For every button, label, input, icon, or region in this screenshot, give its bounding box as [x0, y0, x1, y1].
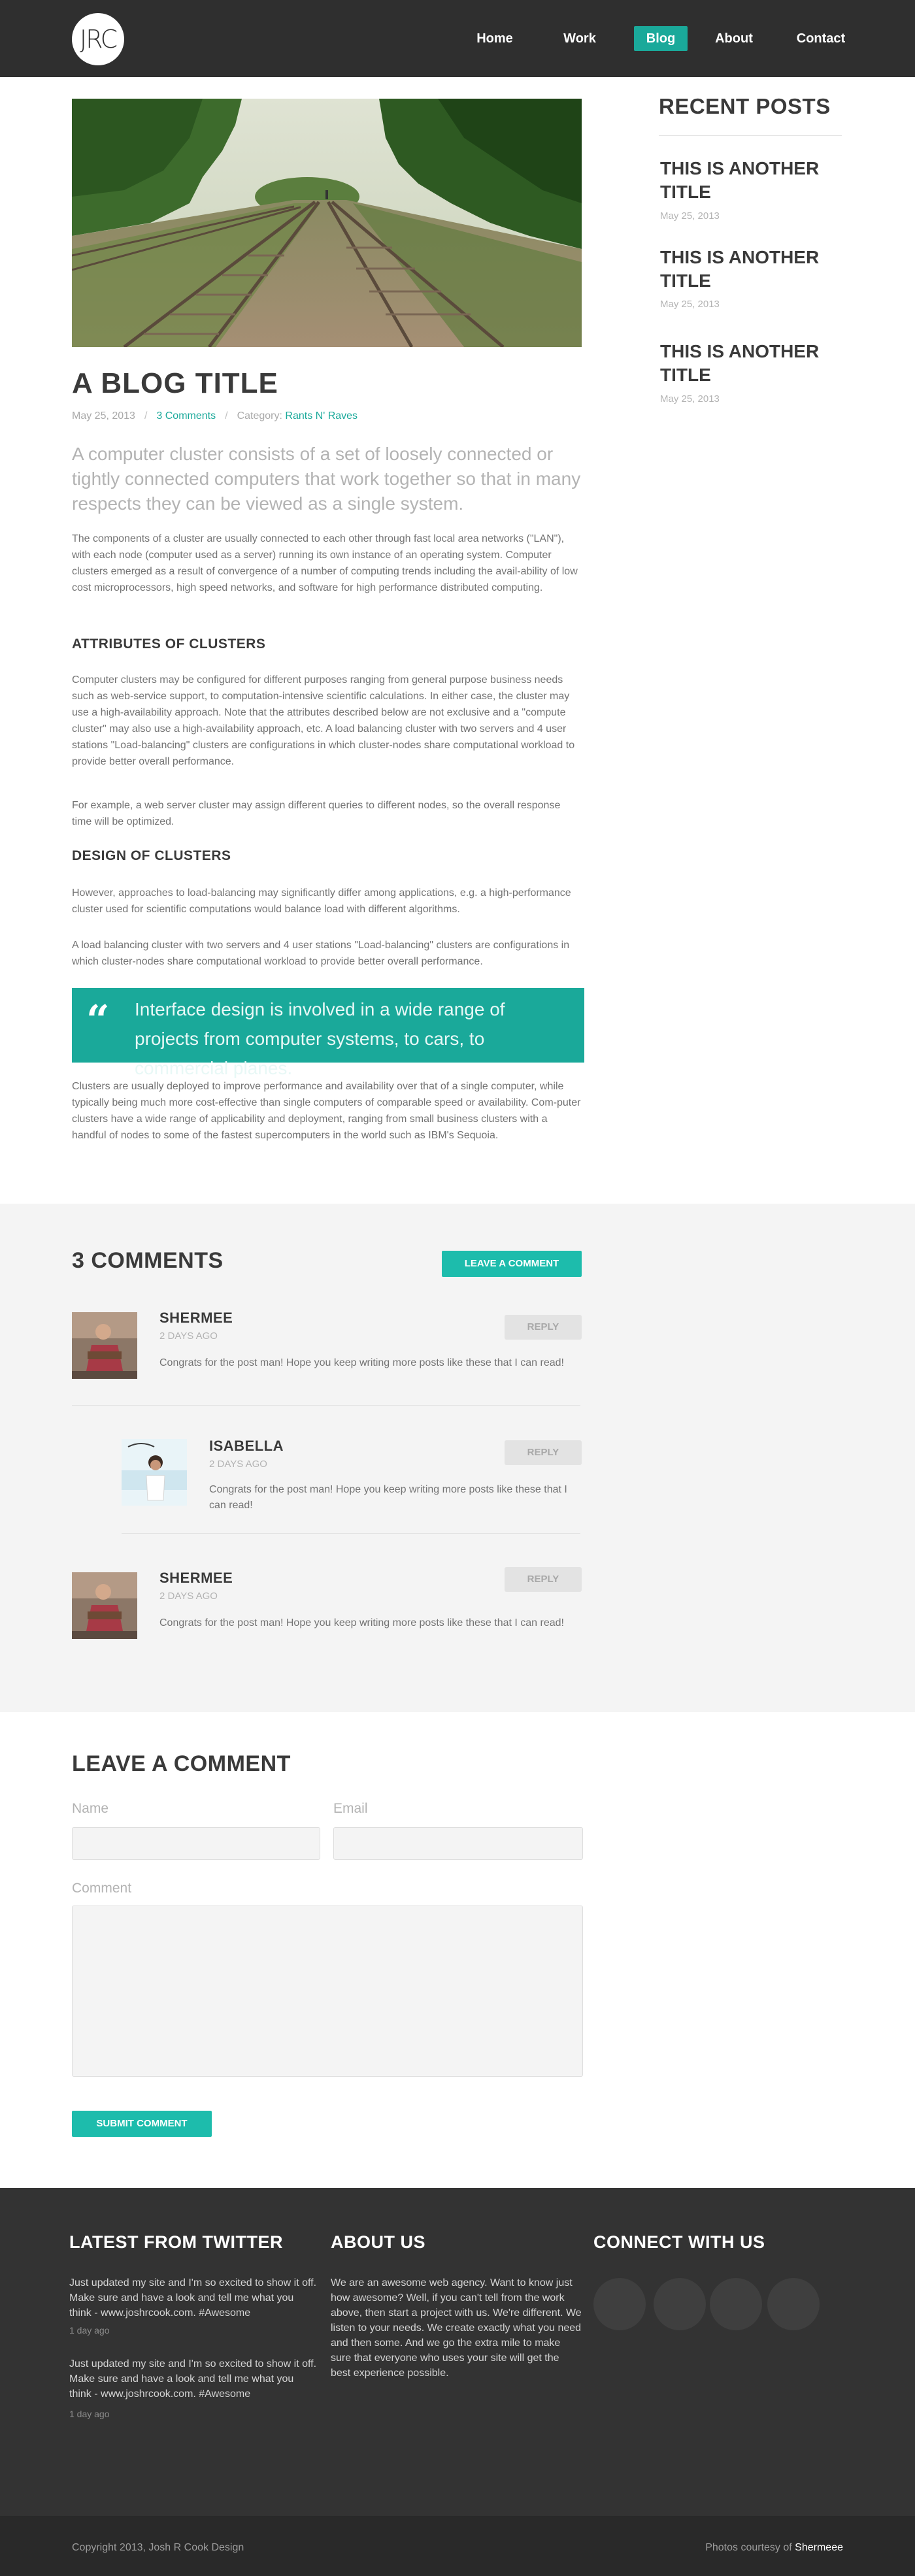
- sidebar-divider: [659, 135, 842, 136]
- comments-heading: 3 COMMENTS: [72, 1248, 224, 1273]
- nav-blog[interactable]: Blog: [634, 26, 688, 51]
- site-header: JRC Home Work Blog About Contact: [0, 0, 915, 77]
- comment-author: ISABELLA: [209, 1438, 284, 1454]
- name-input[interactable]: [72, 1827, 320, 1860]
- comment-author: SHERMEE: [159, 1310, 233, 1326]
- email-label: Email: [333, 1801, 368, 1816]
- comment-divider: [72, 1405, 580, 1406]
- submit-comment-button[interactable]: SUBMIT COMMENT: [72, 2111, 212, 2137]
- nav-work[interactable]: Work: [550, 26, 609, 51]
- reply-button[interactable]: REPLY: [505, 1440, 582, 1465]
- pull-quote: “ Interface design is involved in a wide…: [72, 988, 584, 1078]
- avatar: [122, 1439, 187, 1506]
- twitter-heading: LATEST FROM TWITTER: [69, 2232, 283, 2252]
- nav-about[interactable]: About: [705, 26, 763, 51]
- social-icon[interactable]: [767, 2278, 820, 2330]
- social-icon[interactable]: [654, 2278, 706, 2330]
- leave-comment-heading: LEAVE A COMMENT: [72, 1751, 291, 1776]
- tweet-text: Just updated my site and I'm so excited …: [69, 2358, 317, 2400]
- post-lead: A computer cluster consists of a set of …: [72, 444, 581, 514]
- comment-time: 2 DAYS AGO: [209, 1459, 267, 1470]
- post-hero-image: [72, 99, 582, 347]
- comment-author: SHERMEE: [159, 1570, 233, 1586]
- social-icon[interactable]: [593, 2278, 646, 2330]
- leave-comment-button[interactable]: LEAVE A COMMENT: [442, 1251, 582, 1277]
- post-paragraph: A load balancing cluster with two server…: [72, 940, 570, 967]
- reply-button[interactable]: REPLY: [505, 1315, 582, 1340]
- comment-text: Congrats for the post man! Hope you keep…: [159, 1357, 564, 1368]
- recent-posts-heading: RECENT POSTS: [659, 94, 831, 118]
- social-icon[interactable]: [710, 2278, 762, 2330]
- post-paragraph: Clusters are usually deployed to improve…: [72, 1081, 581, 1141]
- post-paragraph: Computer clusters may be configured for …: [72, 674, 575, 767]
- section-heading-attributes: ATTRIBUTES OF CLUSTERS: [72, 636, 266, 652]
- comment-time: 2 DAYS AGO: [159, 1330, 218, 1342]
- category-link[interactable]: Rants N' Raves: [285, 410, 358, 421]
- nav-home[interactable]: Home: [465, 26, 524, 51]
- recent-post-date: May 25, 2013: [660, 299, 720, 310]
- email-input[interactable]: [333, 1827, 583, 1860]
- photo-credit: Photos courtesy of Shermeee: [705, 2542, 843, 2554]
- about-heading: ABOUT US: [331, 2232, 425, 2252]
- section-heading-design: DESIGN OF CLUSTERS: [72, 848, 231, 863]
- post-paragraph: For example, a web server cluster may as…: [72, 800, 561, 827]
- post-paragraph: However, approaches to load-balancing ma…: [72, 887, 571, 915]
- comment-divider: [122, 1533, 580, 1534]
- recent-post-title[interactable]: THIS IS ANOTHER TITLE: [660, 340, 830, 387]
- photo-credit-link[interactable]: Shermeee: [795, 2542, 843, 2553]
- avatar: [72, 1572, 137, 1639]
- photo-credit-label: Photos courtesy of: [705, 2542, 792, 2553]
- comment-textarea[interactable]: [72, 1906, 583, 2077]
- copyright-text: Copyright 2013, Josh R Cook Design: [72, 2542, 244, 2553]
- avatar: [72, 1312, 137, 1379]
- recent-post-title[interactable]: THIS IS ANOTHER TITLE: [660, 157, 830, 204]
- post-paragraph: The components of a cluster are usually …: [72, 533, 578, 593]
- comments-count-link[interactable]: 3 Comments: [156, 410, 216, 421]
- quote-icon: “: [86, 996, 110, 1044]
- comment-label: Comment: [72, 1881, 132, 1896]
- nav-contact[interactable]: Contact: [788, 26, 854, 51]
- tweet-text: Just updated my site and I'm so excited …: [69, 2277, 317, 2319]
- post-title: A BLOG TITLE: [72, 367, 278, 399]
- tweet-time: 1 day ago: [69, 2409, 110, 2419]
- tweet-time: 1 day ago: [69, 2325, 110, 2336]
- comment-text: Congrats for the post man! Hope you keep…: [209, 1484, 567, 1511]
- recent-post-title[interactable]: THIS IS ANOTHER TITLE: [660, 246, 830, 293]
- comment-time: 2 DAYS AGO: [159, 1591, 218, 1602]
- post-meta: May 25, 2013/3 Comments / Category: Rants …: [72, 410, 358, 421]
- recent-post-date: May 25, 2013: [660, 210, 720, 222]
- comment-text: Congrats for the post man! Hope you keep…: [159, 1617, 564, 1628]
- about-text: We are an awesome web agency. Want to kn…: [331, 2277, 582, 2379]
- category-label: Category:: [237, 410, 282, 421]
- reply-button[interactable]: REPLY: [505, 1567, 582, 1592]
- post-date: May 25, 2013: [72, 410, 135, 421]
- quote-text: Interface design is involved in a wide r…: [135, 999, 505, 1078]
- recent-post-date: May 25, 2013: [660, 393, 720, 405]
- name-label: Name: [72, 1801, 109, 1816]
- site-logo[interactable]: JRC: [72, 13, 124, 65]
- connect-heading: CONNECT WITH US: [593, 2232, 765, 2252]
